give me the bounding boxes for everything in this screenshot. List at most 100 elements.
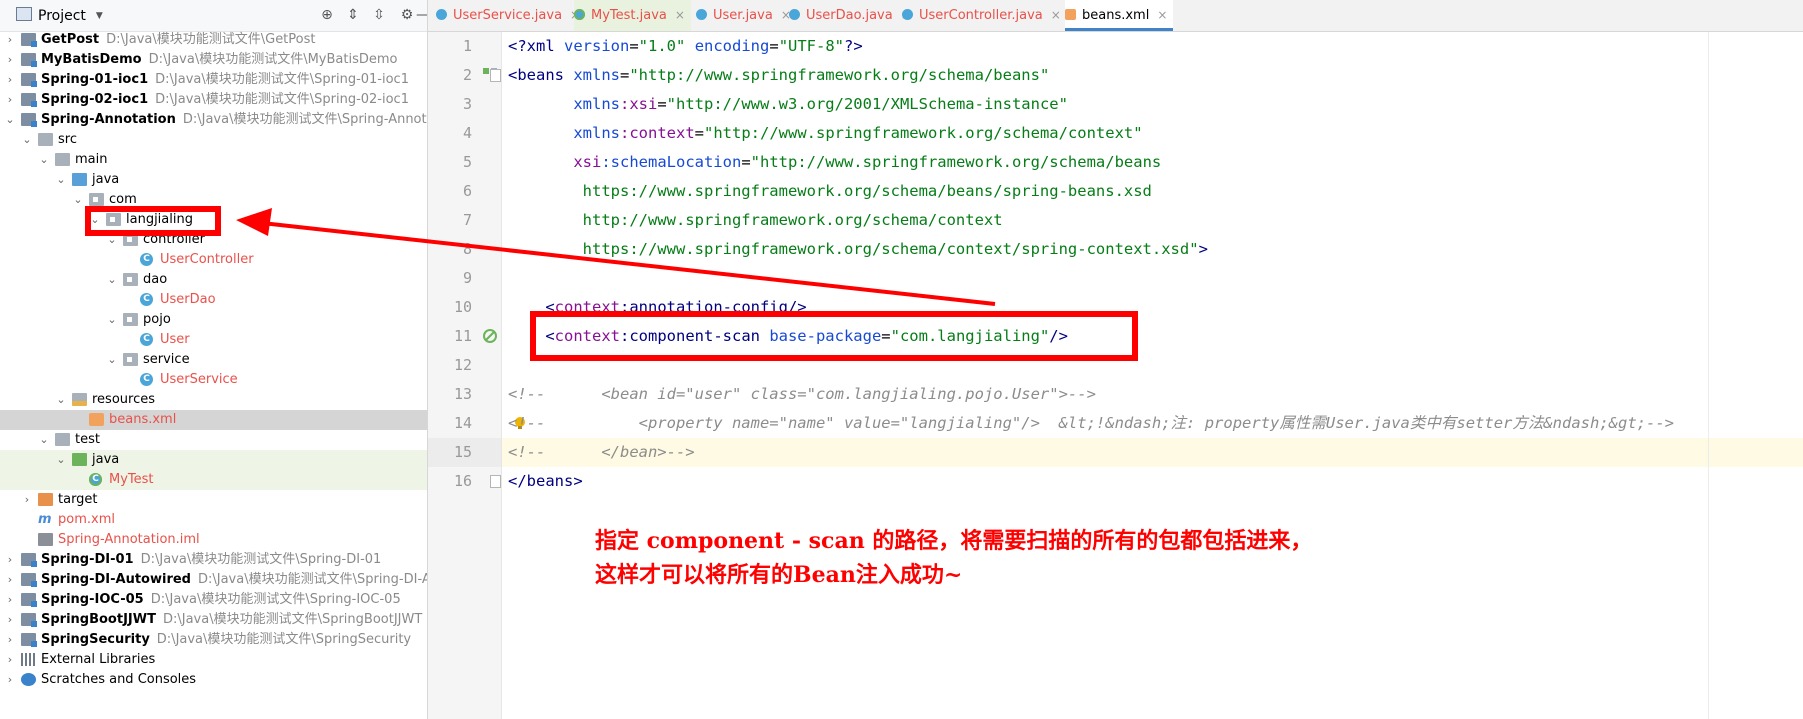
chevron-down-icon[interactable]: ⌄	[20, 130, 34, 150]
chevron-down-icon[interactable]: ⌄	[54, 390, 68, 410]
chevron-down-icon[interactable]: ⌄	[37, 430, 51, 450]
tree-item[interactable]: › Spring-DI-Autowired D:\Java\模块功能测试文件\Spr…	[0, 570, 427, 590]
tree-item[interactable]: Spring-Annotation.iml	[0, 530, 427, 550]
fold-marker-icon[interactable]	[490, 475, 501, 488]
tree-item[interactable]: ⌄ resources	[0, 390, 427, 410]
chevron-down-icon[interactable]: ⌄	[37, 150, 51, 170]
chevron-right-icon[interactable]: ›	[3, 30, 17, 50]
tree-item[interactable]: › target	[0, 490, 427, 510]
editor-gutter: 1 2 3 4 5 6 7 8 9 10 11 12 13 14 15 16	[428, 32, 502, 719]
chevron-down-icon[interactable]: ⌄	[105, 350, 119, 370]
chevron-right-icon[interactable]: ›	[20, 490, 34, 510]
tree-item[interactable]: ⌄ java	[0, 170, 427, 190]
chevron-right-icon[interactable]: ›	[3, 570, 17, 590]
tree-item[interactable]: ⌄ java	[0, 450, 427, 470]
tree-item[interactable]: C MyTest	[0, 470, 427, 490]
tree-item[interactable]: › Scratches and Consoles	[0, 670, 427, 690]
chevron-right-icon[interactable]: ›	[3, 550, 17, 570]
editor-tab[interactable]: UserController.java ×	[902, 0, 1067, 31]
tree-item[interactable]: ⌄ src	[0, 130, 427, 150]
chevron-right-icon[interactable]: ›	[3, 90, 17, 110]
editor-tab-bar: UserService.java×MyTest.java×User.java×U…	[428, 0, 1803, 32]
editor-tab-label: User.java	[713, 8, 773, 23]
tree-item[interactable]: m pom.xml	[0, 510, 427, 530]
tree-item-label: SpringBootJJWT	[41, 612, 156, 627]
annotation-line-2: 这样才可以将所有的Bean注入成功~	[595, 562, 963, 588]
tree-item-path: D:\Java\模块功能测试文件\Spring-IOC-05	[150, 592, 401, 607]
editor-tab-label: MyTest.java	[591, 8, 667, 23]
tree-item[interactable]: › GetPost D:\Java\模块功能测试文件\GetPost	[0, 30, 427, 50]
chevron-right-icon[interactable]: ›	[3, 70, 17, 90]
chevron-down-icon[interactable]: ⌄	[105, 270, 119, 290]
tree-item[interactable]: › SpringSecurity D:\Java\模块功能测试文件\SpringSe…	[0, 630, 427, 650]
tree-item[interactable]: ⌄ service	[0, 350, 427, 370]
tree-item-path: D:\Java\模块功能测试文件\SpringBootJJWT	[162, 612, 423, 627]
fold-marker-icon[interactable]	[490, 69, 501, 82]
tree-item[interactable]: › MyBatisDemo D:\Java\模块功能测试文件\MyBatisDemo	[0, 50, 427, 70]
tree-item[interactable]: ⌄ dao	[0, 270, 427, 290]
tree-item-path: D:\Java\模块功能测试文件\Spring-DI-01	[140, 552, 382, 567]
tree-item[interactable]: ⌄ Spring-Annotation D:\Java\模块功能测试文件\Sprin…	[0, 110, 427, 130]
chevron-right-icon[interactable]: ›	[3, 50, 17, 70]
code-token: :xsi	[620, 95, 658, 113]
chevron-right-icon[interactable]: ›	[3, 630, 17, 650]
editor-tab[interactable]: User.java ×	[696, 0, 797, 31]
tree-item[interactable]: C UserController	[0, 250, 427, 270]
code-token: "http://www.springframework.org/schema/b…	[750, 153, 1162, 171]
chevron-right-icon[interactable]: ›	[3, 590, 17, 610]
editor-tab[interactable]: beans.xml ×	[1065, 0, 1174, 31]
chevron-right-icon[interactable]: ›	[3, 610, 17, 630]
editor-tab[interactable]: MyTest.java ×	[574, 0, 691, 31]
tree-item[interactable]: › Spring-IOC-05 D:\Java\模块功能测试文件\Spring-IO…	[0, 590, 427, 610]
close-icon[interactable]: ×	[1051, 8, 1061, 22]
hide-panel-icon[interactable]: —	[416, 6, 427, 24]
code-editor[interactable]: <?xml version="1.0" encoding="UTF-8"?> <b…	[502, 32, 1803, 719]
code-token: http://www.springframework.org/schema/co…	[508, 211, 1003, 229]
chevron-down-icon[interactable]: ⌄	[54, 450, 68, 470]
tree-item-label: SpringSecurity	[41, 632, 150, 647]
chevron-down-icon[interactable]: ⌄	[105, 310, 119, 330]
line-number: 3	[462, 95, 472, 113]
chevron-down-icon[interactable]: ⌄	[71, 190, 85, 210]
chevron-right-icon[interactable]: ›	[3, 650, 17, 670]
tree-item[interactable]: › Spring-01-ioc1 D:\Java\模块功能测试文件\Spring-0…	[0, 70, 427, 90]
tree-item[interactable]: C UserDao	[0, 290, 427, 310]
close-icon[interactable]: ×	[1157, 8, 1167, 22]
tree-item-label: UserService	[160, 372, 238, 387]
tree-item[interactable]: ⌄ test	[0, 430, 427, 450]
editor-tab[interactable]: UserDao.java×	[789, 0, 917, 31]
close-icon[interactable]: ×	[675, 8, 685, 22]
code-line: <?xml version="1.0" encoding="UTF-8"?>	[508, 32, 863, 61]
locate-file-icon[interactable]: ⊕	[318, 6, 336, 24]
modfolder-icon	[21, 93, 37, 107]
tree-item[interactable]: ⌄ main	[0, 150, 427, 170]
tree-item[interactable]: › Spring-02-ioc1 D:\Java\模块功能测试文件\Spring-0…	[0, 90, 427, 110]
tree-item[interactable]: C UserService	[0, 370, 427, 390]
code-line: <beans xmlns="http://www.springframework…	[508, 61, 1049, 90]
collapse-all-icon[interactable]: ⇳	[370, 6, 388, 24]
tree-item[interactable]: ⌄ pojo	[0, 310, 427, 330]
chevron-down-icon[interactable]: ⌄	[3, 110, 17, 130]
spring-scan-icon[interactable]	[482, 328, 498, 344]
project-view-selector[interactable]: Project ▼	[16, 7, 103, 24]
tree-item-path: D:\Java\模块功能测试文件\Spring-DI-Autowi	[197, 572, 427, 587]
chevron-down-icon[interactable]: ⌄	[54, 170, 68, 190]
tree-item[interactable]: C User	[0, 330, 427, 350]
tree-item[interactable]: › External Libraries	[0, 650, 427, 670]
chevron-down-icon: ▼	[95, 11, 103, 21]
line-number: 10	[453, 298, 472, 316]
line-number: 14	[453, 414, 472, 432]
highlight-box-package	[85, 206, 221, 236]
tree-item[interactable]: › SpringBootJJWT D:\Java\模块功能测试文件\SpringBo…	[0, 610, 427, 630]
tree-item[interactable]: › Spring-DI-01 D:\Java\模块功能测试文件\Spring-DI-…	[0, 550, 427, 570]
xml-icon	[89, 413, 104, 426]
editor-tab[interactable]: UserService.java×	[436, 0, 586, 31]
chevron-right-icon[interactable]: ›	[3, 670, 17, 690]
expand-all-icon[interactable]: ⇕	[344, 6, 362, 24]
tree-item-label: pom.xml	[58, 512, 115, 527]
tree-item[interactable]: beans.xml	[0, 410, 427, 430]
line-number: 4	[462, 124, 472, 142]
gear-icon[interactable]: ⚙	[398, 6, 416, 24]
tree-item-label: UserDao	[160, 292, 216, 307]
